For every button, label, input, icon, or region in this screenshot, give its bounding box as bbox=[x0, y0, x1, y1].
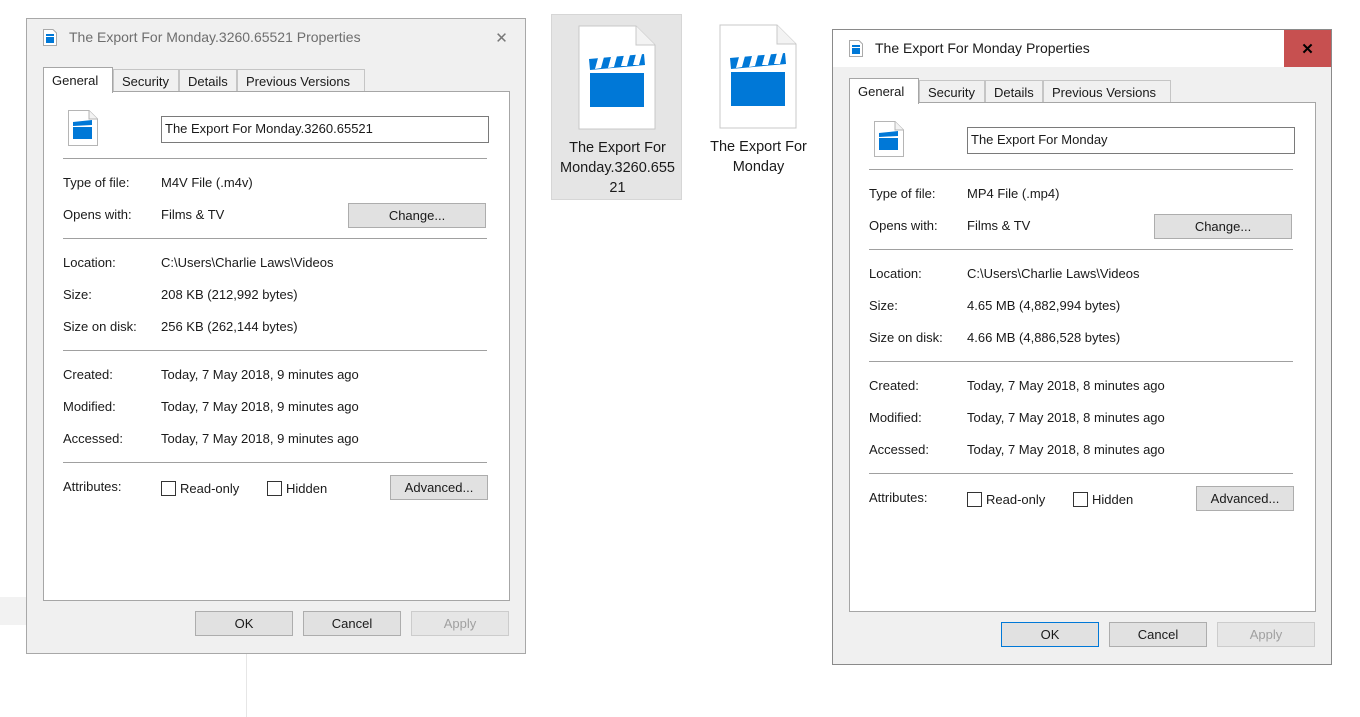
tab-previous-versions[interactable]: Previous Versions bbox=[237, 69, 365, 92]
hidden-label[interactable]: Hidden bbox=[286, 481, 327, 496]
dialog-title: The Export For Monday.3260.65521 Propert… bbox=[69, 29, 361, 45]
modified-label: Modified: bbox=[63, 399, 116, 414]
advanced-button[interactable]: Advanced... bbox=[1196, 486, 1294, 511]
general-panel: The Export For Monday Type of file: MP4 … bbox=[849, 102, 1316, 612]
opens-with-value: Films & TV bbox=[161, 207, 225, 222]
location-label: Location: bbox=[869, 266, 922, 281]
accessed-value: Today, 7 May 2018, 9 minutes ago bbox=[161, 431, 359, 446]
video-file-icon bbox=[43, 29, 57, 46]
modified-label: Modified: bbox=[869, 410, 922, 425]
attributes-label: Attributes: bbox=[63, 479, 122, 494]
tab-general[interactable]: General bbox=[43, 67, 113, 93]
background-divider bbox=[246, 650, 247, 717]
divider bbox=[869, 361, 1293, 362]
divider bbox=[869, 249, 1293, 250]
tab-security[interactable]: Security bbox=[113, 69, 179, 92]
general-panel: The Export For Monday.3260.65521 Type of… bbox=[43, 91, 510, 601]
size-value: 208 KB (212,992 bytes) bbox=[161, 287, 298, 302]
divider bbox=[869, 473, 1293, 474]
readonly-label[interactable]: Read-only bbox=[986, 492, 1045, 507]
close-icon: ✕ bbox=[495, 29, 508, 47]
file-name-input[interactable]: The Export For Monday bbox=[967, 127, 1295, 154]
title-bar[interactable]: The Export For Monday.3260.65521 Propert… bbox=[27, 19, 525, 56]
divider bbox=[869, 169, 1293, 170]
desktop-item-m4v[interactable]: The Export For Monday.3260.655 21 bbox=[551, 14, 682, 200]
close-icon: ✕ bbox=[1301, 40, 1314, 58]
hidden-label[interactable]: Hidden bbox=[1092, 492, 1133, 507]
properties-dialog-m4v: The Export For Monday.3260.65521 Propert… bbox=[26, 18, 526, 654]
opens-with-value: Films & TV bbox=[967, 218, 1031, 233]
modified-value: Today, 7 May 2018, 8 minutes ago bbox=[967, 410, 1165, 425]
desktop-item-label-line2: Monday bbox=[732, 159, 785, 175]
video-file-icon bbox=[719, 24, 797, 129]
ok-button[interactable]: OK bbox=[195, 611, 293, 636]
close-button[interactable]: ✕ bbox=[478, 19, 525, 56]
desktop-item-mp4[interactable]: The Export For Monday bbox=[693, 14, 824, 200]
size-value: 4.65 MB (4,882,994 bytes) bbox=[967, 298, 1121, 313]
properties-dialog-mp4: The Export For Monday Properties ✕ Gener… bbox=[832, 29, 1332, 665]
divider bbox=[63, 238, 487, 239]
dialog-title: The Export For Monday Properties bbox=[875, 40, 1090, 56]
title-bar[interactable]: The Export For Monday Properties ✕ bbox=[833, 30, 1331, 67]
advanced-button[interactable]: Advanced... bbox=[390, 475, 488, 500]
size-on-disk-label: Size on disk: bbox=[63, 319, 137, 334]
desktop-item-label-line2: Monday.3260.655 bbox=[559, 160, 676, 176]
hidden-checkbox[interactable] bbox=[1073, 492, 1088, 507]
video-file-icon bbox=[849, 40, 863, 57]
type-label: Type of file: bbox=[63, 175, 130, 190]
cancel-button[interactable]: Cancel bbox=[303, 611, 401, 636]
video-file-icon bbox=[578, 25, 656, 130]
tab-security[interactable]: Security bbox=[919, 80, 985, 103]
readonly-checkbox[interactable] bbox=[161, 481, 176, 496]
size-label: Size: bbox=[869, 298, 898, 313]
ok-button[interactable]: OK bbox=[1001, 622, 1099, 647]
desktop-item-label-line3: 21 bbox=[609, 180, 626, 196]
desktop-item-label-line1: The Export For bbox=[710, 139, 807, 155]
divider bbox=[63, 462, 487, 463]
size-on-disk-label: Size on disk: bbox=[869, 330, 943, 345]
type-value: M4V File (.m4v) bbox=[161, 175, 253, 190]
background-strip bbox=[0, 597, 26, 625]
size-label: Size: bbox=[63, 287, 92, 302]
location-value: C:\Users\Charlie Laws\Videos bbox=[967, 266, 1140, 281]
hidden-checkbox[interactable] bbox=[267, 481, 282, 496]
file-name-input[interactable]: The Export For Monday.3260.65521 bbox=[161, 116, 489, 143]
accessed-label: Accessed: bbox=[869, 442, 929, 457]
location-value: C:\Users\Charlie Laws\Videos bbox=[161, 255, 334, 270]
type-value: MP4 File (.mp4) bbox=[967, 186, 1060, 201]
opens-with-label: Opens with: bbox=[63, 207, 132, 222]
change-button[interactable]: Change... bbox=[1154, 214, 1292, 239]
tab-general[interactable]: General bbox=[849, 78, 919, 104]
modified-value: Today, 7 May 2018, 9 minutes ago bbox=[161, 399, 359, 414]
readonly-checkbox[interactable] bbox=[967, 492, 982, 507]
tab-details[interactable]: Details bbox=[179, 69, 237, 92]
divider bbox=[63, 350, 487, 351]
attributes-label: Attributes: bbox=[869, 490, 928, 505]
created-label: Created: bbox=[63, 367, 113, 382]
created-label: Created: bbox=[869, 378, 919, 393]
divider bbox=[63, 158, 487, 159]
readonly-label[interactable]: Read-only bbox=[180, 481, 239, 496]
video-file-icon bbox=[68, 110, 98, 146]
desktop-item-label-line1: The Export For bbox=[569, 140, 666, 156]
type-label: Type of file: bbox=[869, 186, 936, 201]
accessed-value: Today, 7 May 2018, 8 minutes ago bbox=[967, 442, 1165, 457]
accessed-label: Accessed: bbox=[63, 431, 123, 446]
tab-previous-versions[interactable]: Previous Versions bbox=[1043, 80, 1171, 103]
size-on-disk-value: 4.66 MB (4,886,528 bytes) bbox=[967, 330, 1121, 345]
location-label: Location: bbox=[63, 255, 116, 270]
cancel-button[interactable]: Cancel bbox=[1109, 622, 1207, 647]
opens-with-label: Opens with: bbox=[869, 218, 938, 233]
tab-details[interactable]: Details bbox=[985, 80, 1043, 103]
change-button[interactable]: Change... bbox=[348, 203, 486, 228]
apply-button[interactable]: Apply bbox=[411, 611, 509, 636]
size-on-disk-value: 256 KB (262,144 bytes) bbox=[161, 319, 298, 334]
apply-button[interactable]: Apply bbox=[1217, 622, 1315, 647]
video-file-icon bbox=[874, 121, 904, 157]
created-value: Today, 7 May 2018, 8 minutes ago bbox=[967, 378, 1165, 393]
close-button[interactable]: ✕ bbox=[1284, 30, 1331, 67]
created-value: Today, 7 May 2018, 9 minutes ago bbox=[161, 367, 359, 382]
